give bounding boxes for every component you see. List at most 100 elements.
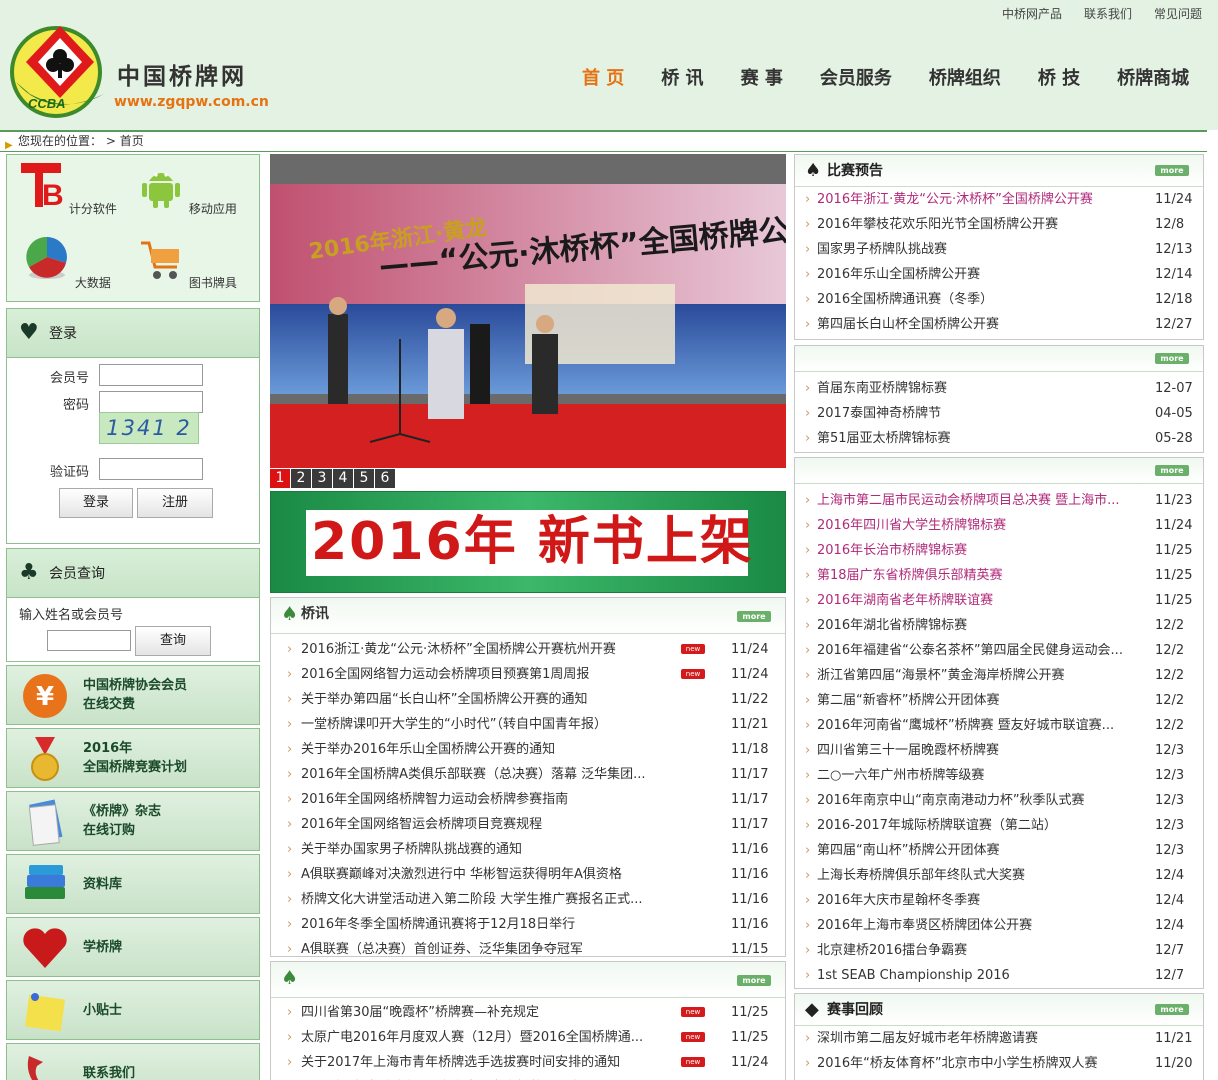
more-button[interactable]: more — [1155, 353, 1189, 364]
news-item[interactable]: 2016全国桥牌通讯赛（冬季） 12/18 — [795, 287, 1203, 312]
news-item[interactable]: 一堂桥牌课叩开大学生的“小时代”（转自中国青年报） 11/21 — [271, 712, 785, 737]
news-title[interactable]: 上海长寿桥牌俱乐部年终队式大奖赛 — [817, 863, 1025, 888]
news-title[interactable]: 2016年冬季全国桥牌通讯赛将于12月18日举行 — [301, 912, 575, 937]
news-title[interactable]: 太原广电2016年月度双人赛（12月）暨2016全国桥牌通... — [301, 1025, 643, 1050]
news-item[interactable]: 上海市第二届市民运动会桥牌项目总决赛 暨上海市... 11/23 — [795, 488, 1203, 513]
news-title[interactable]: 第四届长白山杯全国桥牌公开赛 — [817, 312, 999, 337]
news-item[interactable]: 第51届亚太桥牌锦标赛 05-28 — [795, 426, 1203, 451]
news-item[interactable]: 2016-2017年城际桥牌联谊赛（第二站） 12/3 — [795, 813, 1203, 838]
news-item[interactable]: 2016年上海市奉贤区桥牌团体公开赛 12/4 — [795, 913, 1203, 938]
service-contact[interactable]: 联系我们 — [6, 1043, 260, 1080]
more-button[interactable]: more — [1155, 465, 1189, 476]
news-title[interactable]: 四川省第30届“晚霞杯”桥牌赛—补充规定 — [301, 1000, 539, 1025]
news-title[interactable]: 第18届广东省桥牌俱乐部精英赛 — [817, 563, 1003, 588]
news-item[interactable]: 1st SEAB Championship 2016 12/7 — [795, 963, 1203, 988]
news-item[interactable]: 第二届“新睿杯”桥牌公开团体赛 12/2 — [795, 688, 1203, 713]
news-item[interactable]: 2016年南京中山“南京南港动力杯”秋季队式赛 12/3 — [795, 788, 1203, 813]
nav-member-service[interactable]: 会员服务 — [820, 64, 892, 90]
news-item[interactable]: 2016年大庆市星翰杯冬季赛 12/4 — [795, 888, 1203, 913]
news-title[interactable]: 2016全国桥牌通讯赛（冬季） — [817, 287, 993, 312]
news-item[interactable]: 2016年全国网络桥牌智力运动会桥牌参赛指南 11/17 — [271, 787, 785, 812]
news-title[interactable]: 2016年“桥友体育杯”北京市中小学生桥牌双人赛 — [817, 1051, 1098, 1076]
news-title[interactable]: 2016年湖北省桥牌锦标赛 — [817, 613, 967, 638]
nav-shop[interactable]: 桥牌商城 — [1117, 64, 1189, 90]
news-title[interactable]: A俱联赛（总决赛）首创证券、泛华集团争夺冠军 — [301, 937, 583, 962]
news-item[interactable]: 关于举办国家男子桥牌队挑战赛的通知 11/16 — [271, 837, 785, 862]
member-query-input[interactable] — [47, 630, 131, 651]
news-item[interactable]: 首届东南亚桥牌锦标赛 12-07 — [795, 376, 1203, 401]
news-title[interactable]: 2016年乐山全国桥牌公开赛 — [817, 262, 980, 287]
tool-scoring-software[interactable]: B 计分软件 — [17, 161, 117, 217]
news-title[interactable]: 北京建桥2016擂台争霸赛 — [817, 938, 967, 963]
news-title[interactable]: 2016全国网络智力运动会桥牌项目预赛第1周周报 — [301, 662, 589, 687]
slide-page-6[interactable]: 6 — [375, 469, 395, 488]
news-item[interactable]: 第四届长白山杯全国桥牌公开赛 12/27 — [795, 312, 1203, 337]
more-button[interactable]: more — [1155, 1004, 1189, 1015]
news-item[interactable]: 北京建桥2016擂台争霸赛 12/7 — [795, 938, 1203, 963]
photo-slider[interactable]: 2016年浙江·黄龙 ——“公元·沐桥杯”全国桥牌公开 — [270, 154, 786, 468]
news-title[interactable]: 第四届“南山杯”桥牌公开团体赛 — [817, 838, 999, 863]
tool-books-cards[interactable]: 图书牌具 — [137, 235, 237, 291]
news-item[interactable]: 2016年福建省“公泰名茶杯”第四届全民健身运动会... 12/2 — [795, 638, 1203, 663]
news-title[interactable]: A俱联赛巅峰对决激烈进行中 华彬智运获得明年A俱资格 — [301, 862, 622, 887]
tool-big-data[interactable]: 大数据 — [17, 235, 117, 291]
service-member-fee[interactable]: ¥ 中国桥牌协会会员 在线交费 — [6, 665, 260, 725]
news-title[interactable]: 上海市第二届市民运动会桥牌项目总决赛 暨上海市... — [817, 488, 1120, 513]
nav-organizations[interactable]: 桥牌组织 — [929, 64, 1001, 90]
news-item[interactable]: 2016年四川省大学生桥牌锦标赛 11/24 — [795, 513, 1203, 538]
news-item[interactable]: 四川省第30届“晚霞杯”桥牌赛—补充规定 new 11/25 — [271, 1000, 785, 1025]
news-title[interactable]: 关于2017年上海市青年桥牌选手选拔赛时间安排的通知 — [301, 1050, 620, 1075]
service-learn-bridge[interactable]: 学桥牌 — [6, 917, 260, 977]
news-item[interactable]: 2016年全国网络智运会桥牌项目竞赛规程 11/17 — [271, 812, 785, 837]
news-title[interactable]: 2016年河南省“鹰城杯”桥牌赛 暨友好城市联谊赛... — [817, 713, 1114, 738]
breadcrumb-home-link[interactable]: > 首页 — [106, 134, 144, 148]
password-input[interactable] — [99, 391, 203, 413]
new-books-banner[interactable]: 2016年 新书上架 — [270, 491, 786, 593]
news-item[interactable]: 关于2017年上海市青年桥牌选手选拔赛时间安排的通知 new 11/24 — [271, 1050, 785, 1075]
news-item[interactable]: 2016年乐山全国桥牌公开赛 12/14 — [795, 262, 1203, 287]
news-title[interactable]: 2016年全国网络桥牌智力运动会桥牌参赛指南 — [301, 787, 568, 812]
top-link-faq[interactable]: 常见问题 — [1154, 5, 1202, 22]
nav-news[interactable]: 桥 讯 — [661, 64, 703, 90]
news-title[interactable]: 关于举办国家男子桥牌队挑战赛的通知 — [301, 837, 522, 862]
news-item[interactable]: 2016年全国桥牌A类俱乐部联赛（总决赛）落幕 泛华集团... 11/17 — [271, 762, 785, 787]
news-title[interactable]: 二○一六年广州市桥牌等级赛 — [817, 763, 984, 788]
ccba-logo[interactable]: CCBA — [8, 22, 108, 120]
news-title[interactable]: 2016年四川省大学生桥牌锦标赛 — [817, 513, 1006, 538]
nav-home[interactable]: 首 页 — [582, 64, 624, 90]
news-item[interactable]: 第18届广东省桥牌俱乐部精英赛 11/25 — [795, 563, 1203, 588]
captcha-input[interactable] — [99, 458, 203, 480]
news-item[interactable]: 2016全国网络智力运动会桥牌项目预赛第1周周报 new 11/24 — [271, 662, 785, 687]
news-title[interactable]: 2016年全国桥牌A类俱乐部联赛（总决赛）落幕 泛华集团... — [301, 762, 646, 787]
news-item[interactable]: 2016浙江·黄龙“公元·沐桥杯”全国桥牌公开赛杭州开赛 new 11/24 — [271, 637, 785, 662]
service-tips[interactable]: 小贴士 — [6, 980, 260, 1040]
service-database[interactable]: 资料库 — [6, 854, 260, 914]
news-title[interactable]: 深圳市第二届友好城市老年桥牌邀请赛 — [817, 1026, 1038, 1051]
news-item[interactable]: 太原广电2016年月度双人赛（12月）暨2016全国桥牌通... new 11/25 — [271, 1025, 785, 1050]
news-item[interactable]: 2016年河南省“鹰城杯”桥牌赛 暨友好城市联谊赛... 12/2 — [795, 713, 1203, 738]
news-title[interactable]: 浙江省第四届“海景杯”黄金海岸桥牌公开赛 — [817, 663, 1064, 688]
news-title[interactable]: 2016-2017年城际桥牌联谊赛（第二站） — [817, 813, 1057, 838]
news-item[interactable]: A俱联赛（总决赛）首创证券、泛华集团争夺冠军 11/15 — [271, 937, 785, 962]
news-title[interactable]: 2016年全国网络智运会桥牌项目竞赛规程 — [301, 812, 542, 837]
news-item[interactable]: 2016年“桥友体育杯”北京市中小学生桥牌双人赛 11/20 — [795, 1051, 1203, 1076]
slide-page-2[interactable]: 2 — [291, 469, 311, 488]
news-title[interactable]: 关于举办2016年乐山全国桥牌公开赛的通知 — [301, 737, 555, 762]
news-title[interactable]: 2016年攀枝花欢乐阳光节全国桥牌公开赛 — [817, 212, 1058, 237]
news-item[interactable]: 国家男子桥牌队挑战赛 12/13 — [795, 237, 1203, 262]
nav-events[interactable]: 赛 事 — [741, 64, 783, 90]
news-item[interactable]: 浙江省第四届“海景杯”黄金海岸桥牌公开赛 12/2 — [795, 663, 1203, 688]
news-item[interactable]: 2016年“桥友体育杯”北京市中小学生桥牌双人赛规程new11/23 — [271, 1075, 785, 1080]
more-button[interactable]: more — [737, 975, 771, 986]
news-item[interactable]: 2016年长治市桥牌锦标赛 11/25 — [795, 538, 1203, 563]
news-title[interactable]: 2016年长治市桥牌锦标赛 — [817, 538, 967, 563]
news-title[interactable]: 2016年“桥友体育杯”北京市中小学生桥牌双人赛规程 — [301, 1075, 608, 1080]
news-title[interactable]: 第二届“新睿杯”桥牌公开团体赛 — [817, 688, 999, 713]
news-item[interactable]: 桥牌文化大讲堂活动进入第二阶段 大学生推广赛报名正式... 11/16 — [271, 887, 785, 912]
news-title[interactable]: 2016年浙江·黄龙“公元·沐桥杯”全国桥牌公开赛 — [817, 187, 1093, 212]
slide-page-4[interactable]: 4 — [333, 469, 353, 488]
news-title[interactable]: 桥牌文化大讲堂活动进入第二阶段 大学生推广赛报名正式... — [301, 887, 643, 912]
news-item[interactable]: A俱联赛巅峰对决激烈进行中 华彬智运获得明年A俱资格 11/16 — [271, 862, 785, 887]
news-title[interactable]: 四川省第三十一届晚霞杯桥牌赛 — [817, 738, 999, 763]
news-item[interactable]: 深圳市第二届友好城市老年桥牌邀请赛 11/21 — [795, 1026, 1203, 1051]
